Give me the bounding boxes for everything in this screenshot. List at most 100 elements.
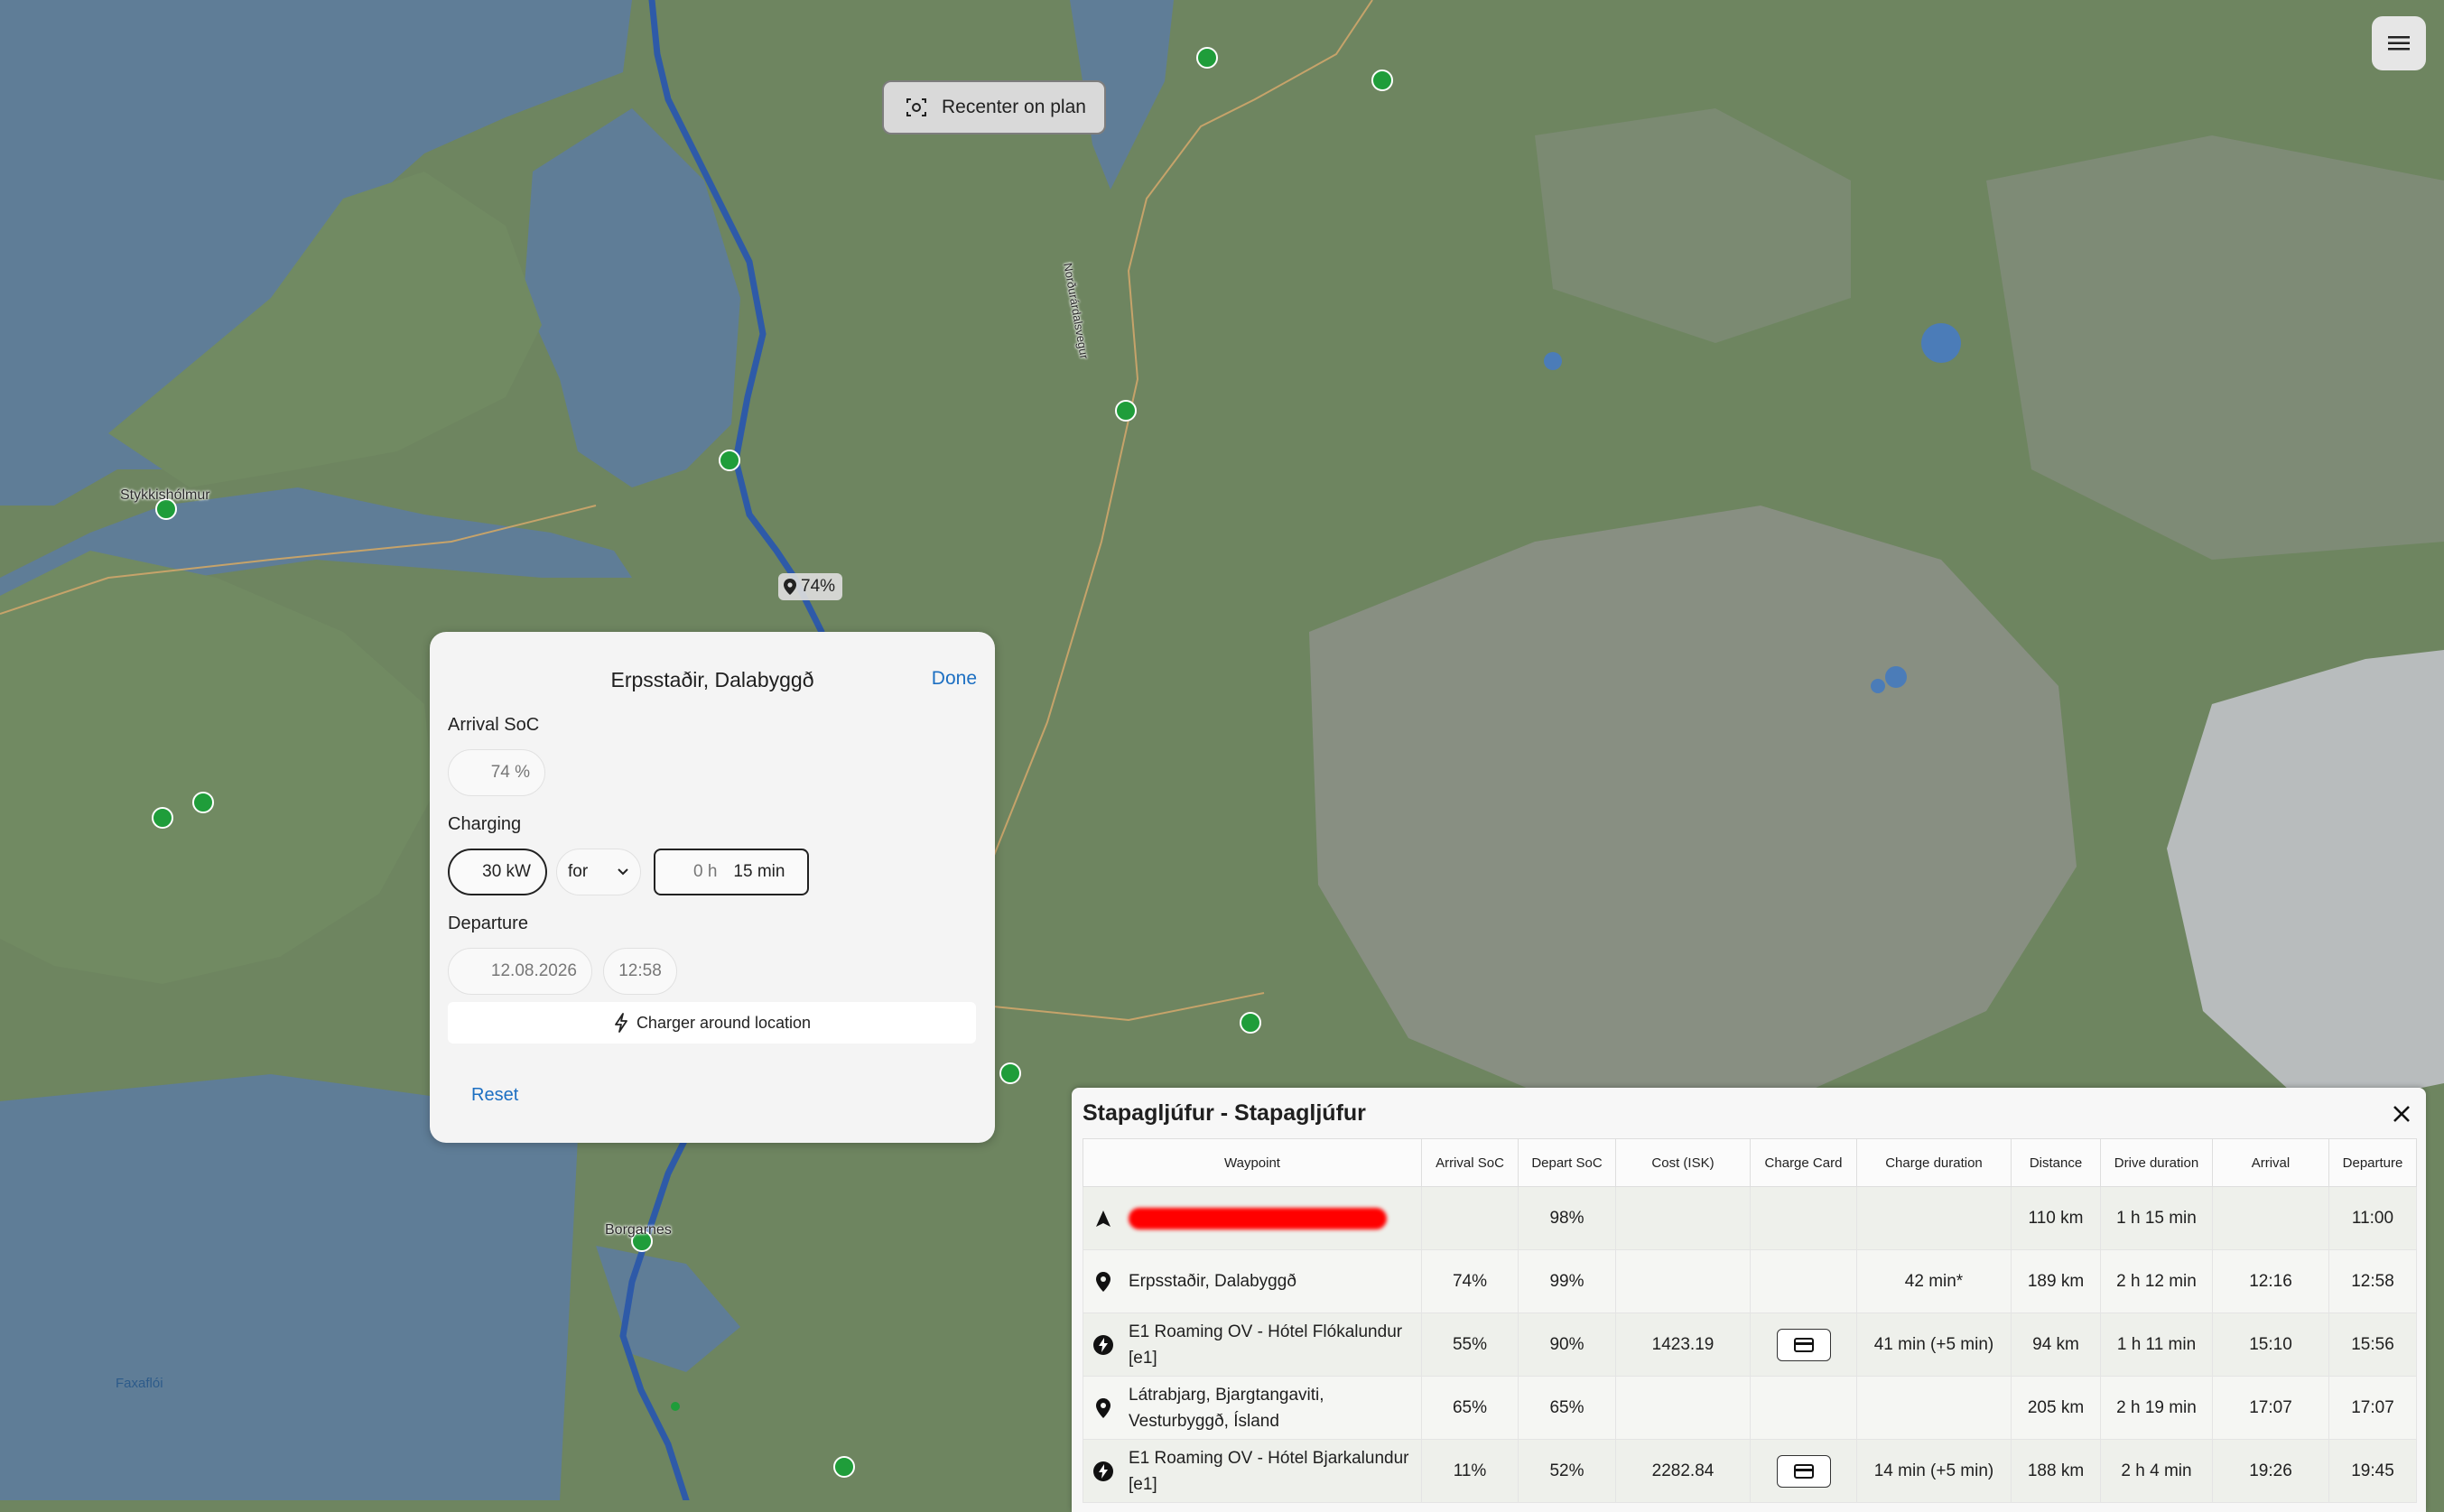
location-pin-icon <box>1092 1397 1114 1418</box>
departure-time-field[interactable]: 12:58 <box>603 948 677 995</box>
recenter-icon <box>906 98 926 116</box>
chevron-down-icon <box>618 868 628 876</box>
duration-hours[interactable]: 0 h <box>693 862 717 882</box>
col-header[interactable]: Cost (ISK) <box>1615 1138 1751 1187</box>
table-row[interactable]: E1 Roaming OV - Hótel Flókalundur [e1] 5… <box>1083 1313 2417 1377</box>
depart-soc-cell: 65% <box>1518 1376 1616 1440</box>
credit-card-icon <box>1793 1463 1814 1479</box>
arrival-soc-field[interactable]: 74 % <box>448 749 545 796</box>
arrival-cell: 17:07 <box>2212 1376 2329 1440</box>
charge-duration-cell <box>1856 1186 2012 1250</box>
charge-card-cell <box>1750 1313 1857 1377</box>
done-button[interactable]: Done <box>932 668 977 690</box>
charging-power-input[interactable]: 30 kW <box>448 849 547 895</box>
table-row[interactable]: E1 Roaming OV - Hótel Bjarkalundur [e1] … <box>1083 1439 2417 1503</box>
departure-cell: 19:45 <box>2328 1439 2417 1503</box>
charge-card-cell <box>1750 1249 1857 1313</box>
charging-power-value: 30 kW <box>482 862 531 881</box>
arrival-soc-label: Arrival SoC <box>448 715 540 735</box>
col-header[interactable]: Departure <box>2328 1138 2417 1187</box>
soc-marker[interactable]: 74% <box>778 573 843 600</box>
table-header-row: Waypoint Arrival SoC Depart SoC Cost (IS… <box>1083 1138 2417 1187</box>
drive-duration-cell: 1 h 11 min <box>2100 1313 2213 1377</box>
distance-cell: 110 km <box>2011 1186 2101 1250</box>
credit-card-icon <box>1793 1337 1814 1352</box>
depart-soc-cell: 52% <box>1518 1439 1616 1503</box>
charger-around-location-button[interactable]: Charger around location <box>448 1002 976 1044</box>
col-header[interactable]: Arrival <box>2212 1138 2329 1187</box>
highland <box>1309 506 2077 1110</box>
table-row[interactable]: 98% 110 km 1 h 15 min 11:00 <box>1083 1186 2417 1250</box>
col-header[interactable]: Charge duration <box>1856 1138 2012 1187</box>
charge-card-cell <box>1750 1186 1857 1250</box>
place-label: Borgarnes <box>605 1222 672 1238</box>
waypoint-cell[interactable] <box>1083 1186 1422 1250</box>
water-label: Faxaflói <box>116 1376 163 1391</box>
waypoint-name: E1 Roaming OV - Hótel Bjarkalundur [e1] <box>1129 1448 1409 1494</box>
departure-date-value: 12.08.2026 <box>490 961 577 980</box>
distance-cell: 189 km <box>2011 1249 2101 1313</box>
cost-cell: 2282.84 <box>1615 1439 1751 1503</box>
waypoint-cell[interactable]: Erpsstaðir, Dalabyggð <box>1083 1249 1422 1313</box>
itinerary-panel: Stapagljúfur - Stapagljúfur Waypoint Arr… <box>1072 1088 2426 1512</box>
close-icon[interactable] <box>2388 1100 2415 1127</box>
charge-card-button[interactable] <box>1776 1328 1831 1361</box>
departure-date-field[interactable]: 12.08.2026 <box>448 948 592 995</box>
depart-soc-cell: 99% <box>1518 1249 1616 1313</box>
table-row[interactable]: Látrabjarg, Bjargtangaviti, Vesturbyggð,… <box>1083 1376 2417 1440</box>
soc-value: 74% <box>801 577 836 596</box>
depart-soc-cell: 98% <box>1518 1186 1616 1250</box>
col-header[interactable]: Arrival SoC <box>1421 1138 1519 1187</box>
charge-card-cell <box>1750 1439 1857 1503</box>
departure-time-value: 12:58 <box>618 961 662 980</box>
charger-around-location-label: Charger around location <box>636 1013 812 1032</box>
waypoint-cell[interactable]: E1 Roaming OV - Hótel Flókalundur [e1] <box>1083 1313 1422 1377</box>
col-header[interactable]: Waypoint <box>1083 1138 1422 1187</box>
charging-duration-input[interactable]: 0 h 15 min <box>654 849 809 895</box>
location-pin-icon <box>1092 1271 1114 1292</box>
lake <box>1544 352 1562 370</box>
redacted-origin <box>1129 1207 1387 1229</box>
drive-duration-cell: 2 h 4 min <box>2100 1439 2213 1503</box>
charge-duration-cell: 42 min* <box>1856 1249 2012 1313</box>
waypoint-cell[interactable]: E1 Roaming OV - Hótel Bjarkalundur [e1] <box>1083 1439 1422 1503</box>
duration-minutes[interactable]: 15 min <box>733 862 785 882</box>
distance-cell: 188 km <box>2011 1439 2101 1503</box>
arrival-soc-cell <box>1421 1186 1519 1250</box>
location-pin-icon <box>784 579 796 595</box>
recenter-label: Recenter on plan <box>942 97 1086 117</box>
drive-duration-cell: 1 h 15 min <box>2100 1186 2213 1250</box>
waypoint-name: Látrabjarg, Bjargtangaviti, Vesturbyggð,… <box>1129 1385 1324 1431</box>
col-header[interactable]: Depart SoC <box>1518 1138 1616 1187</box>
cost-cell <box>1615 1186 1751 1250</box>
lightning-bolt-icon <box>615 1013 627 1033</box>
charger-bolt-icon <box>1092 1334 1114 1356</box>
charging-label: Charging <box>448 814 522 834</box>
arrival-soc-cell: 11% <box>1421 1439 1519 1503</box>
reset-button[interactable]: Reset <box>471 1085 518 1106</box>
distance-cell: 205 km <box>2011 1376 2101 1440</box>
departure-cell: 12:58 <box>2328 1249 2417 1313</box>
distance-cell: 94 km <box>2011 1313 2101 1377</box>
charge-duration-cell: 14 min (+5 min) <box>1856 1439 2012 1503</box>
waypoint-name: Erpsstaðir, Dalabyggð <box>1129 1272 1296 1291</box>
recenter-button[interactable]: Recenter on plan <box>882 80 1106 135</box>
itinerary-title: Stapagljúfur - Stapagljúfur <box>1083 1100 1366 1126</box>
charge-duration-cell: 41 min (+5 min) <box>1856 1313 2012 1377</box>
waypoint-panel: Erpsstaðir, Dalabyggð Done Arrival SoC 7… <box>430 632 995 1143</box>
table-row[interactable]: Erpsstaðir, Dalabyggð 74% 99% 42 min* 18… <box>1083 1249 2417 1313</box>
departure-cell: 17:07 <box>2328 1376 2417 1440</box>
col-header[interactable]: Distance <box>2011 1138 2101 1187</box>
menu-button[interactable] <box>2372 16 2426 70</box>
arrival-cell: 19:26 <box>2212 1439 2329 1503</box>
charging-mode-select[interactable]: for <box>556 849 641 895</box>
departure-label: Departure <box>448 914 528 933</box>
col-header[interactable]: Charge Card <box>1750 1138 1857 1187</box>
arrival-soc-cell: 55% <box>1421 1313 1519 1377</box>
col-header[interactable]: Drive duration <box>2100 1138 2213 1187</box>
waypoint-cell[interactable]: Látrabjarg, Bjargtangaviti, Vesturbyggð,… <box>1083 1376 1422 1440</box>
departure-cell: 15:56 <box>2328 1313 2417 1377</box>
charge-card-button[interactable] <box>1776 1454 1831 1488</box>
waypoint-title: Erpsstaðir, Dalabyggð <box>610 668 814 691</box>
charge-duration-cell <box>1856 1376 2012 1440</box>
